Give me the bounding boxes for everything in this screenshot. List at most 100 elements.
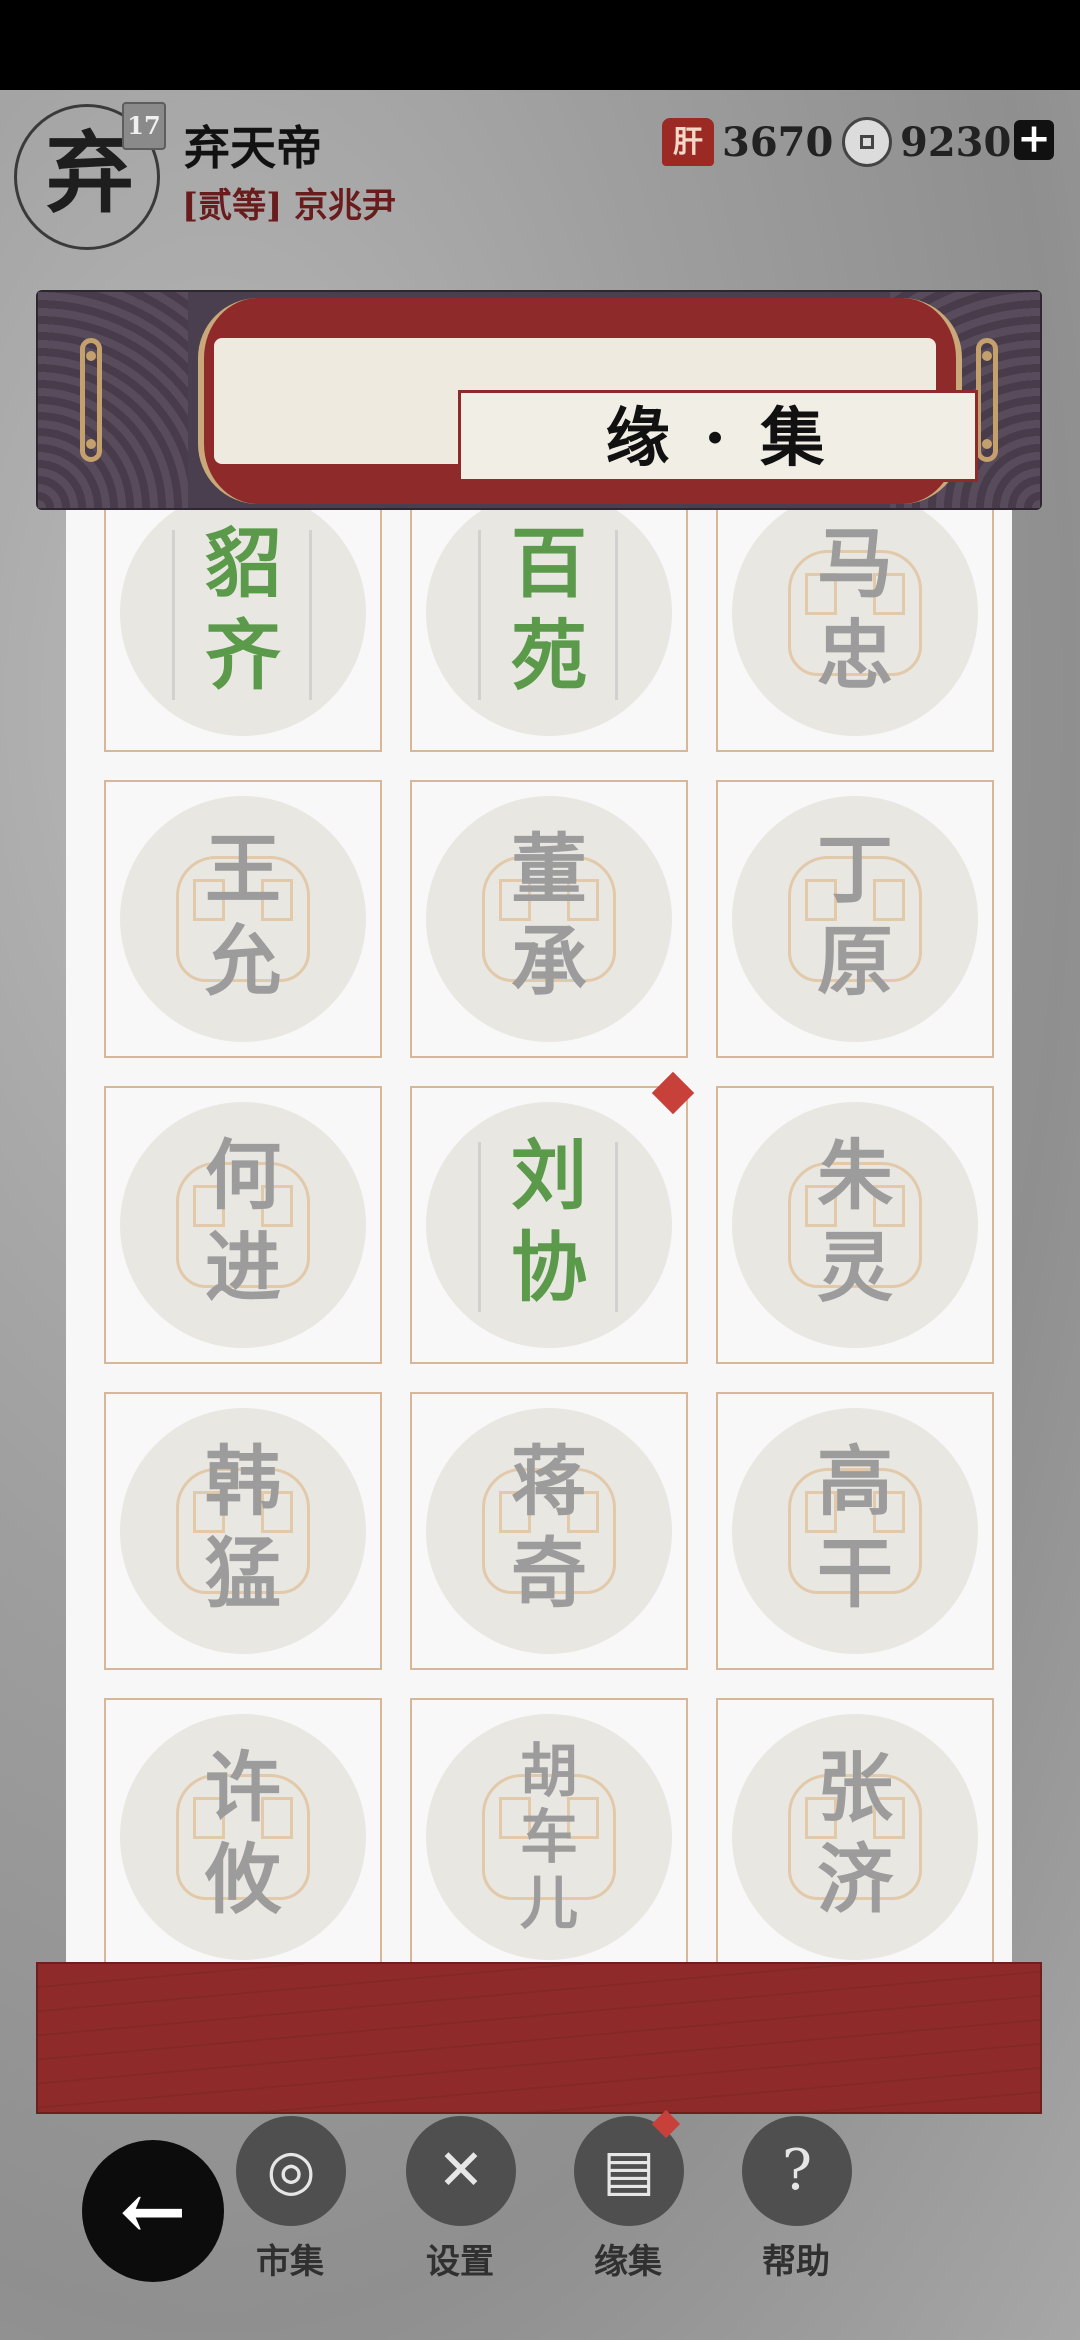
character-card[interactable]: 王允: [104, 780, 382, 1058]
character-name-glyph: 车: [519, 1803, 578, 1871]
help-icon: ?: [742, 2116, 852, 2226]
coin-icon: [842, 117, 892, 167]
player-rank: [贰等] 京兆尹: [182, 186, 397, 226]
coin-resource: 9230: [842, 114, 1011, 170]
nav-item-collection[interactable]: ▤ 缘集: [558, 2109, 698, 2282]
coin-value: 9230: [900, 118, 1012, 166]
character-name-glyph: 奇: [511, 1529, 587, 1618]
status-bar: [0, 0, 1080, 90]
character-name: 蒋奇: [426, 1436, 672, 1620]
character-card[interactable]: 马忠: [716, 510, 994, 752]
character-name-glyph: 貂: [205, 519, 281, 608]
card-medallion: 胡车儿: [426, 1714, 672, 1960]
character-name-glyph: 王: [205, 825, 281, 914]
character-name: 貂齐: [120, 518, 366, 702]
character-name-glyph: 许: [205, 1743, 281, 1832]
market-icon-glyph: ◎: [266, 2138, 316, 2203]
character-name-glyph: 胡: [519, 1737, 578, 1805]
add-currency-button[interactable]: +: [1014, 119, 1054, 160]
card-medallion: 张济: [732, 1714, 978, 1960]
character-name-glyph: 济: [817, 1835, 893, 1924]
card-medallion: 许攸: [120, 1714, 366, 1960]
character-name-glyph: 高: [817, 1437, 893, 1526]
market-icon: ◎: [236, 2116, 346, 2226]
character-name-glyph: 蒋: [511, 1437, 587, 1526]
help-icon-glyph: ?: [781, 2138, 813, 2203]
character-card[interactable]: 丁原: [716, 780, 994, 1058]
scroll-bottom-rod: [36, 1962, 1042, 2114]
card-medallion: 何进: [120, 1102, 366, 1348]
character-name: 刘协: [426, 1130, 672, 1314]
collection-paper[interactable]: 貂齐百苑马忠王允董承丁原何进刘协朱灵韩猛蒋奇高干许攸胡车儿张济: [66, 510, 1012, 1962]
character-name-glyph: 攸: [205, 1835, 281, 1924]
nav-item-help[interactable]: ? 帮助: [726, 2110, 866, 2282]
character-name-glyph: 董: [511, 825, 587, 914]
character-card[interactable]: 张济: [716, 1698, 994, 1962]
title-plate: 缘 · 集: [214, 338, 978, 482]
character-name-glyph: 刘: [511, 1131, 587, 1220]
card-medallion: 王允: [120, 796, 366, 1042]
character-card[interactable]: 高干: [716, 1392, 994, 1670]
character-name: 董承: [426, 824, 672, 1008]
card-medallion: 高干: [732, 1408, 978, 1654]
character-name-glyph: 干: [817, 1529, 893, 1618]
character-name-glyph: 儿: [519, 1869, 578, 1937]
character-name-glyph: 进: [205, 1223, 281, 1312]
nav-item-settings[interactable]: ✕ 设置: [390, 2110, 530, 2282]
level-badge: 17: [122, 102, 166, 150]
nav-label: 设置: [426, 2242, 494, 2282]
card-medallion: 刘协: [426, 1102, 672, 1348]
card-medallion: 董承: [426, 796, 672, 1042]
character-card[interactable]: 貂齐: [104, 510, 382, 752]
character-name: 张济: [732, 1742, 978, 1926]
character-card[interactable]: 蒋奇: [410, 1392, 688, 1670]
settings-icon: ✕: [406, 2116, 516, 2226]
card-medallion: 朱灵: [732, 1102, 978, 1348]
character-name-glyph: 何: [205, 1131, 281, 1220]
character-name-glyph: 张: [817, 1743, 893, 1832]
title-frame: 缘 · 集: [458, 390, 978, 482]
back-arrow-icon: ←: [119, 2164, 187, 2258]
character-name-glyph: 灵: [817, 1223, 893, 1312]
nav-label: 市集: [256, 2242, 324, 2282]
character-name-glyph: 马: [817, 519, 893, 608]
house-resource: 肝 3670: [662, 114, 833, 170]
card-medallion: 丁原: [732, 796, 978, 1042]
character-name-glyph: 原: [817, 917, 893, 1006]
character-name-glyph: 韩: [205, 1437, 281, 1526]
character-name: 胡车儿: [426, 1738, 672, 1936]
settings-icon-glyph: ✕: [437, 2138, 485, 2203]
card-medallion: 马忠: [732, 510, 978, 736]
new-badge-icon: [651, 1071, 695, 1115]
character-card[interactable]: 董承: [410, 780, 688, 1058]
character-card[interactable]: 百苑: [410, 510, 688, 752]
character-name-glyph: 百: [511, 519, 587, 608]
character-card[interactable]: 许攸: [104, 1698, 382, 1962]
character-name-glyph: 忠: [817, 611, 893, 700]
character-card[interactable]: 朱灵: [716, 1086, 994, 1364]
card-medallion: 韩猛: [120, 1408, 366, 1654]
character-name-glyph: 齐: [205, 611, 281, 700]
card-medallion: 蒋奇: [426, 1408, 672, 1654]
character-card[interactable]: 何进: [104, 1086, 382, 1364]
character-name: 丁原: [732, 824, 978, 1008]
character-name-glyph: 丁: [817, 825, 893, 914]
card-medallion: 貂齐: [120, 510, 366, 736]
scroll-header: 缘 · 集: [36, 290, 1042, 510]
house-icon: 肝: [662, 118, 714, 166]
character-name: 韩猛: [120, 1436, 366, 1620]
nav-item-market[interactable]: ◎ 市集: [220, 2110, 360, 2282]
character-name: 朱灵: [732, 1130, 978, 1314]
character-name: 王允: [120, 824, 366, 1008]
character-name: 百苑: [426, 518, 672, 702]
back-button[interactable]: ←: [82, 2140, 224, 2282]
character-card[interactable]: 胡车儿: [410, 1698, 688, 1962]
nav-label: 缘集: [594, 2242, 662, 2282]
scroll-ring-left-icon: [80, 338, 102, 462]
page-title: 缘 · 集: [605, 401, 831, 476]
character-name-glyph: 承: [511, 917, 587, 1006]
character-name-glyph: 朱: [817, 1131, 893, 1220]
character-name: 马忠: [732, 518, 978, 702]
character-card[interactable]: 刘协: [410, 1071, 695, 1364]
character-card[interactable]: 韩猛: [104, 1392, 382, 1670]
